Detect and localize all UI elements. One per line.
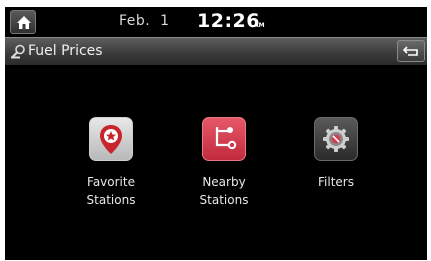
am-pm-indicator: AM [254, 22, 265, 29]
nearby-stations-label: Nearby Stations [199, 175, 249, 207]
favorite-stations-button[interactable]: Favorite Stations [56, 117, 166, 209]
nearby-stations-button[interactable]: Nearby Stations [169, 117, 279, 209]
home-icon [17, 16, 31, 29]
page-title: Fuel Prices [28, 43, 103, 59]
back-button[interactable] [397, 40, 425, 62]
back-arrow-icon [403, 46, 418, 56]
home-button[interactable] [10, 10, 36, 34]
time-display: 12:26 [197, 10, 260, 32]
screen: Feb. 1 12:26 AM Fuel Prices Favorite Sta… [5, 7, 427, 260]
date-display: Feb. 1 [119, 13, 170, 29]
nearby-route-icon [202, 117, 246, 161]
favorite-stations-label: Favorite Stations [86, 175, 136, 207]
fuel-search-icon [11, 44, 25, 59]
favorite-location-icon [89, 117, 133, 161]
title-bar: Fuel Prices [5, 37, 427, 65]
filters-button[interactable]: Filters [281, 117, 391, 191]
filters-label: Filters [318, 175, 354, 189]
filter-gear-icon [314, 117, 358, 161]
status-bar: Feb. 1 12:26 AM [5, 7, 427, 37]
